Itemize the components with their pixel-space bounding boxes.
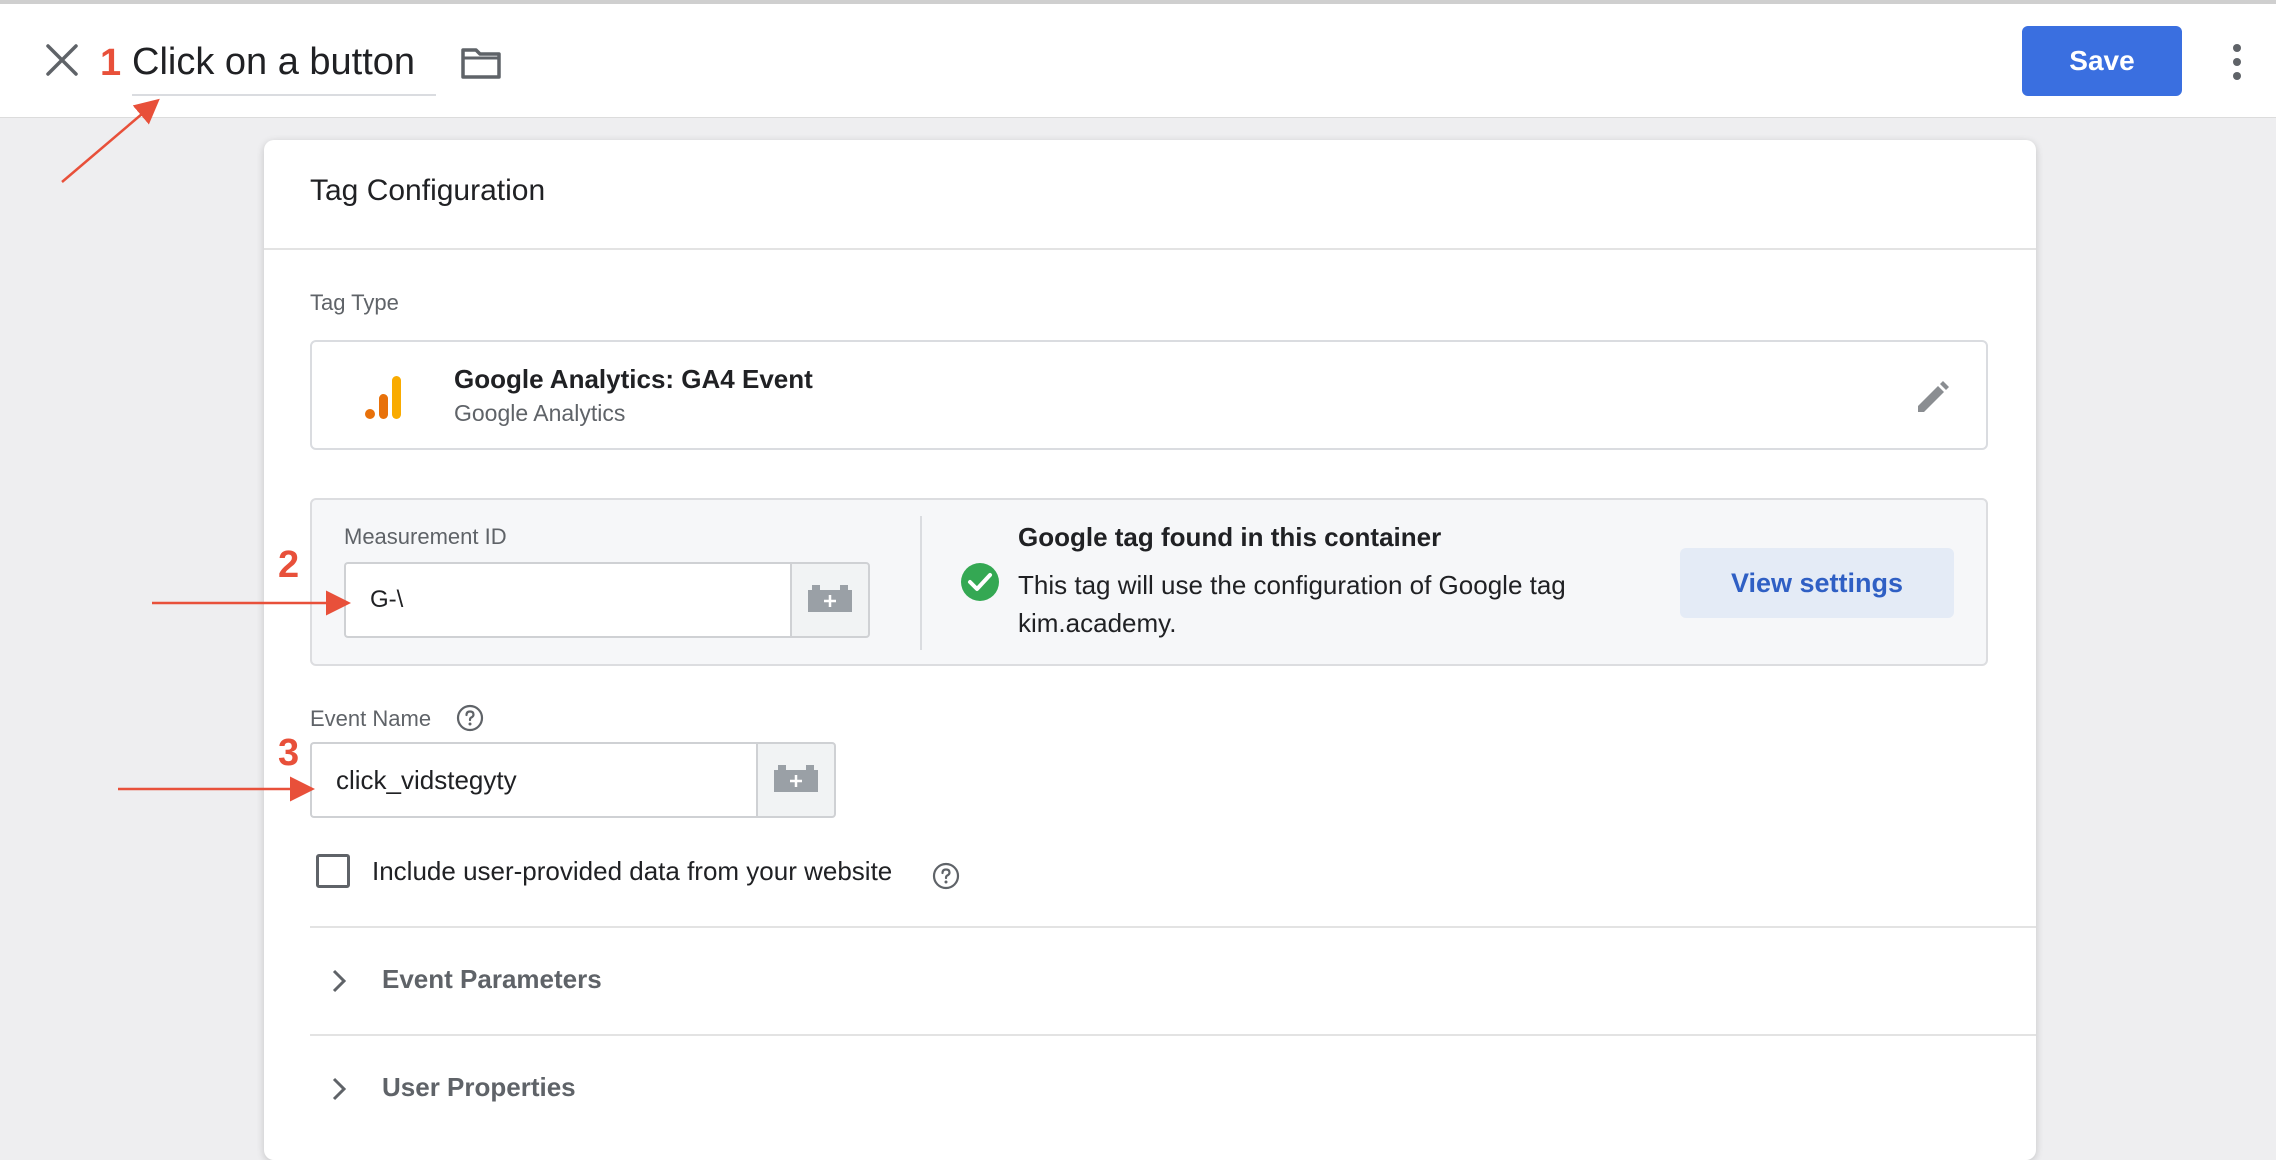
- measurement-id-input[interactable]: [344, 562, 790, 638]
- annotation-step-2: 2: [278, 544, 300, 586]
- help-icon[interactable]: [932, 862, 960, 890]
- tag-type-name: Google Analytics: GA4 Event: [454, 364, 813, 394]
- chevron-right-icon: [328, 968, 350, 994]
- annotation-step-3: 3: [278, 732, 300, 774]
- view-settings-button[interactable]: View settings: [1680, 548, 1954, 618]
- help-icon[interactable]: [456, 704, 484, 732]
- include-user-data-checkbox[interactable]: [316, 854, 350, 888]
- card-title: Tag Configuration: [310, 174, 546, 207]
- tag-type-selector[interactable]: Google Analytics: GA4 Event Google Analy…: [310, 340, 1988, 450]
- google-tag-found-title: Google tag found in this container: [1018, 522, 1442, 552]
- include-user-data-label: Include user-provided data from your web…: [372, 856, 893, 886]
- event-variable-picker-button[interactable]: [756, 742, 836, 818]
- check-circle-icon: [960, 562, 1000, 602]
- section-label: Event Parameters: [382, 964, 602, 994]
- panel-divider: [920, 516, 922, 650]
- user-properties-section[interactable]: User Properties: [310, 1034, 2036, 1144]
- top-bar: 1 Click on a button Save: [0, 0, 2276, 118]
- google-analytics-icon: [362, 372, 406, 422]
- variable-brick-icon: [808, 585, 852, 612]
- variable-brick-icon: [774, 765, 818, 792]
- event-parameters-section[interactable]: Event Parameters: [310, 926, 2036, 1036]
- variable-picker-button[interactable]: [790, 562, 870, 638]
- folder-icon[interactable]: [458, 40, 504, 86]
- save-button[interactable]: Save: [2022, 26, 2182, 96]
- tag-configuration-card: Tag Configuration Tag Type Google Analyt…: [264, 140, 2036, 1160]
- more-vert-icon[interactable]: [2222, 40, 2252, 84]
- tag-type-provider: Google Analytics: [454, 400, 626, 426]
- measurement-panel: Measurement ID Google tag found in this …: [310, 498, 1988, 666]
- page-title: Click on a button: [132, 41, 416, 83]
- event-name-label: Event Name: [310, 706, 432, 731]
- event-name-input[interactable]: [310, 742, 756, 818]
- tag-type-label: Tag Type: [310, 290, 399, 315]
- google-tag-found-desc: This tag will use the configuration of G…: [1018, 570, 1566, 638]
- measurement-id-label: Measurement ID: [344, 524, 507, 549]
- close-icon[interactable]: [40, 38, 84, 82]
- card-header: Tag Configuration: [264, 140, 2036, 250]
- chevron-right-icon: [328, 1076, 350, 1102]
- annotation-step-1: 1: [100, 42, 122, 84]
- tag-name-field[interactable]: Click on a button: [132, 34, 436, 96]
- section-label: User Properties: [382, 1072, 576, 1102]
- pencil-icon[interactable]: [1912, 378, 1952, 418]
